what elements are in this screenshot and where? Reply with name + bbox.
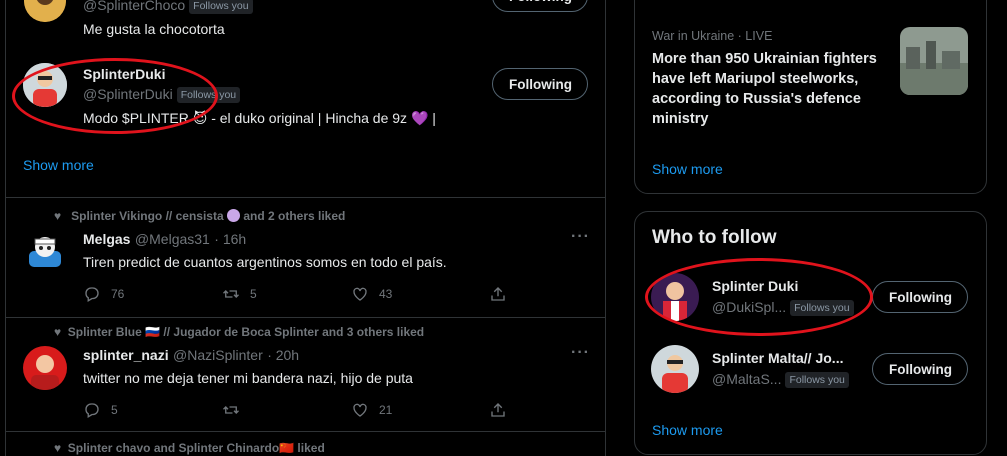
user-bio: Me gusta la chocotorta	[83, 21, 225, 37]
like-count: 21	[379, 403, 393, 417]
social-context: ♥ Splinter Vikingo // censista and 2 oth…	[54, 209, 346, 223]
show-more-link[interactable]: Show more	[652, 161, 723, 177]
reply-button[interactable]: 76	[83, 285, 124, 303]
reply-count: 76	[111, 287, 125, 301]
tweet-time[interactable]: · 20h	[267, 347, 299, 363]
reply-icon	[85, 287, 99, 302]
retweet-button[interactable]: 5	[222, 285, 257, 303]
follows-you-badge: Follows you	[790, 300, 854, 316]
social-context: ♥ Splinter chavo and Splinter Chinardo🇨🇳…	[54, 441, 325, 455]
show-more-link[interactable]: Show more	[23, 157, 94, 173]
user-handle: @SplinterChoco Follows you	[83, 0, 253, 14]
follows-you-badge: Follows you	[176, 87, 241, 103]
share-icon	[491, 403, 505, 417]
share-button[interactable]	[489, 285, 507, 303]
user-name[interactable]: Melgas	[83, 231, 130, 247]
reply-button[interactable]: 5	[83, 401, 118, 419]
retweet-count: 5	[250, 287, 257, 301]
share-button[interactable]	[489, 401, 507, 419]
news-headline[interactable]: More than 950 Ukrainian fighters have le…	[652, 49, 887, 129]
more-icon[interactable]: ···	[571, 344, 590, 362]
share-icon	[491, 287, 505, 301]
tweet-header: splinter_nazi @NaziSplinter · 20h	[83, 347, 299, 365]
avatar[interactable]	[23, 63, 67, 107]
reply-icon	[85, 403, 99, 418]
heart-icon	[353, 403, 367, 417]
flower-icon	[226, 209, 240, 222]
follows-you-badge: Follows you	[189, 0, 253, 14]
show-more-link[interactable]: Show more	[652, 422, 723, 438]
avatar[interactable]	[651, 273, 699, 321]
follows-you-badge: Follows you	[785, 372, 849, 388]
user-name[interactable]: Splinter Duki	[712, 278, 798, 294]
like-button[interactable]: 21	[351, 401, 392, 419]
user-handle[interactable]: @NaziSplinter	[173, 347, 263, 363]
heart-icon: ♥	[54, 325, 62, 339]
tweet-text: Tiren predict de cuantos argentinos somo…	[83, 254, 447, 270]
divider	[6, 197, 605, 198]
tweet-text: twitter no me deja tener mi bandera nazi…	[83, 370, 413, 386]
user-handle: @SplinterDuki Follows you	[83, 86, 241, 103]
social-context: ♥ Splinter Blue 🇷🇺 // Jugador de Boca Sp…	[54, 325, 425, 339]
who-to-follow-card: Who to follow Splinter Duki @DukiSpl... F…	[634, 211, 987, 455]
heart-icon: ♥	[54, 441, 62, 455]
avatar[interactable]	[23, 231, 67, 275]
heart-icon: ♥	[54, 209, 62, 223]
news-card[interactable]: War in Ukraine · LIVE More than 950 Ukra…	[634, 0, 987, 194]
like-count: 43	[379, 287, 393, 301]
following-button[interactable]: Following	[492, 0, 588, 12]
divider	[6, 317, 605, 318]
user-name[interactable]: splinter_nazi	[83, 347, 169, 363]
more-icon[interactable]: ···	[571, 228, 590, 246]
user-handle: @DukiSpl... Follows you	[712, 299, 854, 316]
timeline-column: @SplinterChoco Follows you Me gusta la ch…	[5, 0, 606, 456]
avatar[interactable]	[651, 345, 699, 393]
user-handle: @MaltaS... Follows you	[712, 371, 849, 388]
following-button[interactable]: Following	[872, 353, 968, 385]
tweet-header: Melgas @Melgas31 · 16h	[83, 231, 246, 249]
retweet-icon	[223, 406, 239, 414]
retweet-icon	[223, 290, 239, 298]
news-thumbnail[interactable]	[900, 27, 968, 95]
tweet-time[interactable]: · 16h	[214, 231, 246, 247]
heart-icon	[353, 287, 367, 301]
user-name[interactable]: Splinter Malta// Jo...	[712, 350, 843, 366]
divider	[6, 431, 605, 432]
who-to-follow-title: Who to follow	[652, 227, 777, 248]
avatar[interactable]	[24, 0, 66, 22]
user-handle[interactable]: @Melgas31	[135, 231, 210, 247]
reply-count: 5	[111, 403, 118, 417]
user-name[interactable]: SplinterDuki	[83, 66, 165, 82]
avatar[interactable]	[23, 346, 67, 390]
following-button[interactable]: Following	[492, 68, 588, 100]
news-category: War in Ukraine · LIVE	[652, 29, 773, 43]
user-bio: Modo $PLINTER 😈 - el duko original | Hin…	[83, 110, 436, 126]
like-button[interactable]: 43	[351, 285, 392, 303]
retweet-button[interactable]	[222, 401, 240, 419]
following-button[interactable]: Following	[872, 281, 968, 313]
